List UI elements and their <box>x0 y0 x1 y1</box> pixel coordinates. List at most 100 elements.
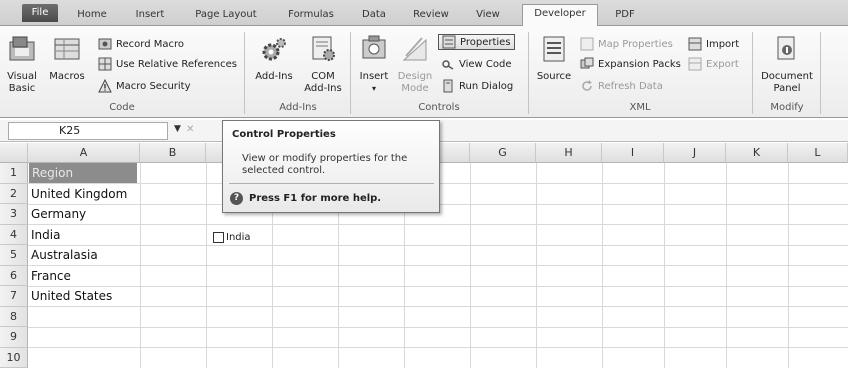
refresh-data-button[interactable]: Refresh Data <box>580 78 663 94</box>
insert-control-button[interactable]: Insert ▾ <box>354 34 394 95</box>
tab-pdf[interactable]: PDF <box>608 6 642 26</box>
com-add-ins-button[interactable]: COM Add-Ins <box>300 34 346 95</box>
gridline <box>28 306 848 307</box>
column-header[interactable]: J <box>664 143 726 163</box>
chevron-down-icon[interactable]: ▼ <box>174 124 181 134</box>
tab-data[interactable]: Data <box>356 6 392 26</box>
add-ins-group-label: Add-Ins <box>279 102 317 113</box>
tab-insert[interactable]: Insert <box>128 6 172 26</box>
tab-review[interactable]: Review <box>408 6 454 26</box>
record-macro-label: Record Macro <box>116 38 184 50</box>
import-button[interactable]: Import <box>688 36 739 52</box>
tab-page-layout[interactable]: Page Layout <box>186 6 266 26</box>
controls-group-label: Controls <box>418 102 460 113</box>
cell-a1[interactable]: Region <box>29 163 137 183</box>
tooltip-body: View or modify properties for the select… <box>242 153 408 176</box>
checkbox-label: India <box>226 232 251 243</box>
row-header[interactable]: 2 <box>0 183 28 204</box>
expansion-packs-label: Expansion Packs <box>598 58 681 70</box>
source-button[interactable]: Source <box>534 34 574 83</box>
row-header[interactable]: 1 <box>0 163 28 184</box>
record-macro-icon <box>98 38 112 50</box>
map-properties-button[interactable]: Map Properties <box>580 36 673 52</box>
select-all-corner[interactable] <box>0 143 28 163</box>
column-header[interactable]: B <box>140 143 206 163</box>
row-header[interactable]: 6 <box>0 265 28 286</box>
row-header[interactable]: 9 <box>0 327 28 348</box>
import-label: Import <box>706 38 740 50</box>
document-panel-button[interactable]: Document Panel <box>758 34 816 95</box>
row-header[interactable]: 3 <box>0 204 28 225</box>
com-add-ins-icon <box>312 36 335 61</box>
visual-basic-button[interactable]: Visual Basic <box>4 34 40 95</box>
checkbox-box[interactable] <box>213 232 224 243</box>
cell-a5[interactable]: Australasia <box>31 245 98 265</box>
group-separator <box>820 32 821 114</box>
document-panel-label: Document Panel <box>761 71 813 94</box>
properties-icon <box>442 35 456 49</box>
tab-formulas[interactable]: Formulas <box>280 6 342 26</box>
cell-a7[interactable]: United States <box>31 286 112 306</box>
properties-button[interactable]: Properties <box>438 34 515 50</box>
column-header[interactable]: H <box>536 143 602 163</box>
macro-security-button[interactable]: Macro Security <box>98 78 191 94</box>
design-mode-label: Design Mode <box>397 71 433 94</box>
chevron-down-icon: ▾ <box>371 84 376 93</box>
visual-basic-label: Visual Basic <box>7 71 37 94</box>
design-mode-button[interactable]: Design Mode <box>394 34 436 95</box>
cancel-icon[interactable]: ✕ <box>186 124 194 135</box>
cell-a2[interactable]: United Kingdom <box>31 184 127 204</box>
warning-icon <box>98 79 112 93</box>
help-icon: ? <box>230 192 243 205</box>
row-header[interactable]: 8 <box>0 306 28 327</box>
ribbon: Visual Basic Macros Record Macro Use Rel… <box>0 26 848 118</box>
xml-source-icon <box>543 36 565 62</box>
tab-home[interactable]: Home <box>72 6 112 26</box>
column-header[interactable]: G <box>470 143 536 163</box>
column-header[interactable]: A <box>28 143 140 163</box>
add-ins-button[interactable]: Add-Ins <box>252 34 296 83</box>
code-group-label: Code <box>109 102 135 113</box>
column-header[interactable]: L <box>788 143 848 163</box>
import-icon <box>688 37 702 51</box>
map-properties-label: Map Properties <box>598 38 673 50</box>
run-dialog-button[interactable]: Run Dialog <box>441 78 513 94</box>
view-code-button[interactable]: View Code <box>441 56 512 72</box>
macros-button[interactable]: Macros <box>46 34 88 83</box>
source-label: Source <box>536 71 572 82</box>
export-button[interactable]: Export <box>688 56 739 72</box>
expansion-packs-icon <box>580 57 594 69</box>
record-macro-button[interactable]: Record Macro <box>98 36 184 52</box>
macros-icon <box>54 38 80 60</box>
relative-references-icon <box>98 57 112 71</box>
tab-developer[interactable]: Developer <box>522 4 598 27</box>
view-code-icon <box>442 60 454 70</box>
row-header[interactable]: 10 <box>0 347 28 368</box>
gear-icon <box>262 38 286 61</box>
tab-view[interactable]: View <box>470 6 506 26</box>
cell-a6[interactable]: France <box>31 266 71 286</box>
insert-control-label: Insert <box>359 71 389 82</box>
row-header[interactable]: 7 <box>0 286 28 307</box>
refresh-data-label: Refresh Data <box>598 80 663 92</box>
group-separator <box>528 32 529 114</box>
xml-group-label: XML <box>629 102 651 113</box>
column-header[interactable]: K <box>726 143 788 163</box>
refresh-icon <box>582 80 592 91</box>
cell-a3[interactable]: Germany <box>31 204 86 224</box>
gridline <box>28 265 848 266</box>
tab-file[interactable]: File <box>22 4 58 22</box>
cell-a4[interactable]: India <box>31 225 60 245</box>
control-properties-tooltip: Control Properties View or modify proper… <box>222 120 440 213</box>
row-header[interactable]: 4 <box>0 224 28 245</box>
row-header[interactable]: 5 <box>0 245 28 266</box>
toolbox-icon <box>362 35 386 59</box>
use-relative-references-button[interactable]: Use Relative References <box>98 56 237 72</box>
view-code-label: View Code <box>459 58 512 70</box>
ribbon-tab-bar: File Home Insert Page Layout Formulas Da… <box>0 0 848 27</box>
name-box[interactable]: K25 <box>8 122 168 140</box>
india-checkbox[interactable]: India <box>213 232 251 243</box>
macro-security-label: Macro Security <box>116 80 191 92</box>
column-header[interactable]: I <box>602 143 664 163</box>
expansion-packs-button[interactable]: Expansion Packs <box>580 56 681 72</box>
